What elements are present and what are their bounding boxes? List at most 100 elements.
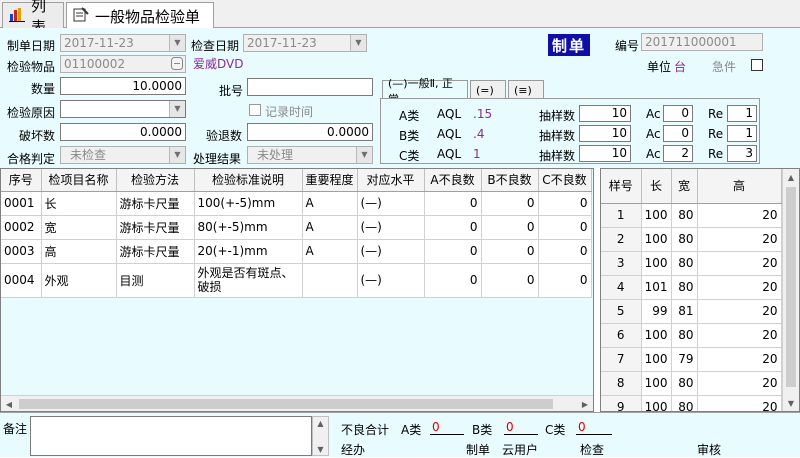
cell[interactable]: 外观是否有斑点、破损 <box>194 263 303 298</box>
cell[interactable]: A <box>302 191 358 216</box>
chevron-down-icon[interactable]: ▼ <box>169 147 185 163</box>
cell[interactable]: 101 <box>641 275 672 300</box>
col-header[interactable]: 检验标准说明 <box>194 169 303 192</box>
cell[interactable]: 1 <box>601 203 642 228</box>
cell[interactable]: 0 <box>538 239 592 264</box>
cell[interactable]: 7 <box>601 347 642 372</box>
cell[interactable]: 99 <box>641 299 672 324</box>
table-row[interactable]: 0001 长 游标卡尺量 100(+-5)mm A (—) 0 0 0 <box>1 191 592 216</box>
cell[interactable]: 20(+-1)mm <box>194 239 303 264</box>
cell[interactable]: 80(+-5)mm <box>194 215 303 240</box>
cell[interactable]: (—) <box>357 239 425 264</box>
cell[interactable]: 游标卡尺量 <box>116 191 195 216</box>
record-time-checkbox[interactable] <box>249 104 261 116</box>
cell[interactable]: 0004 <box>1 263 42 298</box>
re-field[interactable]: 1 <box>727 105 757 122</box>
cell[interactable]: 80 <box>671 395 698 411</box>
cell[interactable]: 0 <box>481 263 539 298</box>
cell[interactable]: 20 <box>697 203 782 228</box>
cell[interactable]: 20 <box>697 227 782 252</box>
cell[interactable]: 20 <box>697 275 782 300</box>
cell[interactable]: 0 <box>481 191 539 216</box>
return-field[interactable]: 0.0000 <box>247 123 373 141</box>
cell[interactable]: A <box>302 239 358 264</box>
cell[interactable]: 100 <box>641 347 672 372</box>
cell[interactable]: 0 <box>538 215 592 240</box>
cell[interactable]: 游标卡尺量 <box>116 215 195 240</box>
cell[interactable]: 100 <box>641 227 672 252</box>
judge-select[interactable]: 未检查 ▼ <box>60 146 186 164</box>
cell[interactable]: 100 <box>641 323 672 348</box>
table-row[interactable]: 4 101 80 20 <box>601 275 782 300</box>
aql-tab-level-3[interactable]: (≡) <box>508 80 544 100</box>
table-row[interactable]: 9 100 80 20 <box>601 395 782 411</box>
table-row[interactable]: 0002 宽 游标卡尺量 80(+-5)mm A (—) 0 0 0 <box>1 215 592 240</box>
tab-general-inspection[interactable]: 一般物品检验单 <box>66 2 214 29</box>
cell[interactable]: 0 <box>424 191 482 216</box>
cell[interactable]: 0 <box>481 239 539 264</box>
cell[interactable]: 20 <box>697 299 782 324</box>
chevron-down-icon[interactable]: ▼ <box>356 147 372 163</box>
remark-field[interactable] <box>30 416 312 456</box>
col-header[interactable]: 重要程度 <box>302 169 358 192</box>
remark-scrollbar[interactable]: ▲ ▼ <box>312 416 329 456</box>
re-field[interactable]: 1 <box>727 125 757 142</box>
cell[interactable]: 20 <box>697 347 782 372</box>
cell[interactable]: (—) <box>357 215 425 240</box>
cell[interactable]: 外观 <box>41 263 117 298</box>
cell[interactable]: 0 <box>481 215 539 240</box>
tab-list[interactable]: 列表 <box>2 0 64 36</box>
col-header[interactable]: B不良数 <box>481 169 539 192</box>
damage-field[interactable]: 0.0000 <box>60 123 186 141</box>
cell[interactable]: 79 <box>671 347 698 372</box>
scroll-down-icon[interactable]: ▼ <box>783 395 799 411</box>
cell[interactable]: 高 <box>41 239 117 264</box>
chevron-down-icon[interactable]: ▼ <box>169 101 185 117</box>
cell[interactable]: 宽 <box>41 215 117 240</box>
table-row[interactable]: 3 100 80 20 <box>601 251 782 276</box>
scroll-down-icon[interactable]: ▼ <box>313 443 328 455</box>
col-header[interactable]: 检项目名称 <box>41 169 117 192</box>
cell[interactable]: 20 <box>697 323 782 348</box>
cell[interactable]: 长 <box>41 191 117 216</box>
cell[interactable]: 4 <box>601 275 642 300</box>
table-row[interactable]: 8 100 80 20 <box>601 371 782 396</box>
table-row[interactable]: 2 100 80 20 <box>601 227 782 252</box>
make-date-field[interactable]: 2017-11-23 ▼ <box>60 34 186 52</box>
re-field[interactable]: 3 <box>727 145 757 162</box>
cell[interactable]: 100 <box>641 395 672 411</box>
cell[interactable]: 100 <box>641 371 672 396</box>
col-header[interactable]: 长 <box>641 169 672 204</box>
cell[interactable]: 8 <box>601 371 642 396</box>
cell[interactable]: 80 <box>671 323 698 348</box>
col-header[interactable]: 高 <box>697 169 782 204</box>
number-field[interactable]: 201711000001 <box>641 33 763 51</box>
qty-field[interactable]: 10.0000 <box>60 77 186 95</box>
cell[interactable]: 2 <box>601 227 642 252</box>
cell[interactable]: 100 <box>641 203 672 228</box>
cell[interactable]: 0 <box>538 263 592 298</box>
check-date-field[interactable]: 2017-11-23 ▼ <box>243 34 367 52</box>
ac-field[interactable]: 2 <box>663 145 693 162</box>
ac-field[interactable]: 0 <box>663 125 693 142</box>
table-row[interactable]: 7 100 79 20 <box>601 347 782 372</box>
item-code-field[interactable]: 01100002 <box>60 55 186 73</box>
col-header[interactable]: 样号 <box>601 169 642 204</box>
cell[interactable]: 80 <box>671 275 698 300</box>
cell[interactable]: 80 <box>671 203 698 228</box>
col-header[interactable]: 宽 <box>671 169 698 204</box>
cell[interactable]: 100 <box>641 251 672 276</box>
cell[interactable]: 0 <box>424 263 482 298</box>
cell[interactable]: 100(+-5)mm <box>194 191 303 216</box>
sample-field[interactable]: 10 <box>579 125 631 142</box>
cell[interactable] <box>302 263 358 298</box>
cell[interactable]: (—) <box>357 263 425 298</box>
cell[interactable]: 80 <box>671 251 698 276</box>
cell[interactable]: 0 <box>424 215 482 240</box>
cell[interactable]: 0 <box>538 191 592 216</box>
scroll-right-icon[interactable]: ▶ <box>577 396 593 411</box>
sample-field[interactable]: 10 <box>579 145 631 162</box>
table-row[interactable]: 0003 高 游标卡尺量 20(+-1)mm A (—) 0 0 0 <box>1 239 592 264</box>
cell[interactable]: 20 <box>697 395 782 411</box>
scroll-up-icon[interactable]: ▲ <box>783 169 799 185</box>
